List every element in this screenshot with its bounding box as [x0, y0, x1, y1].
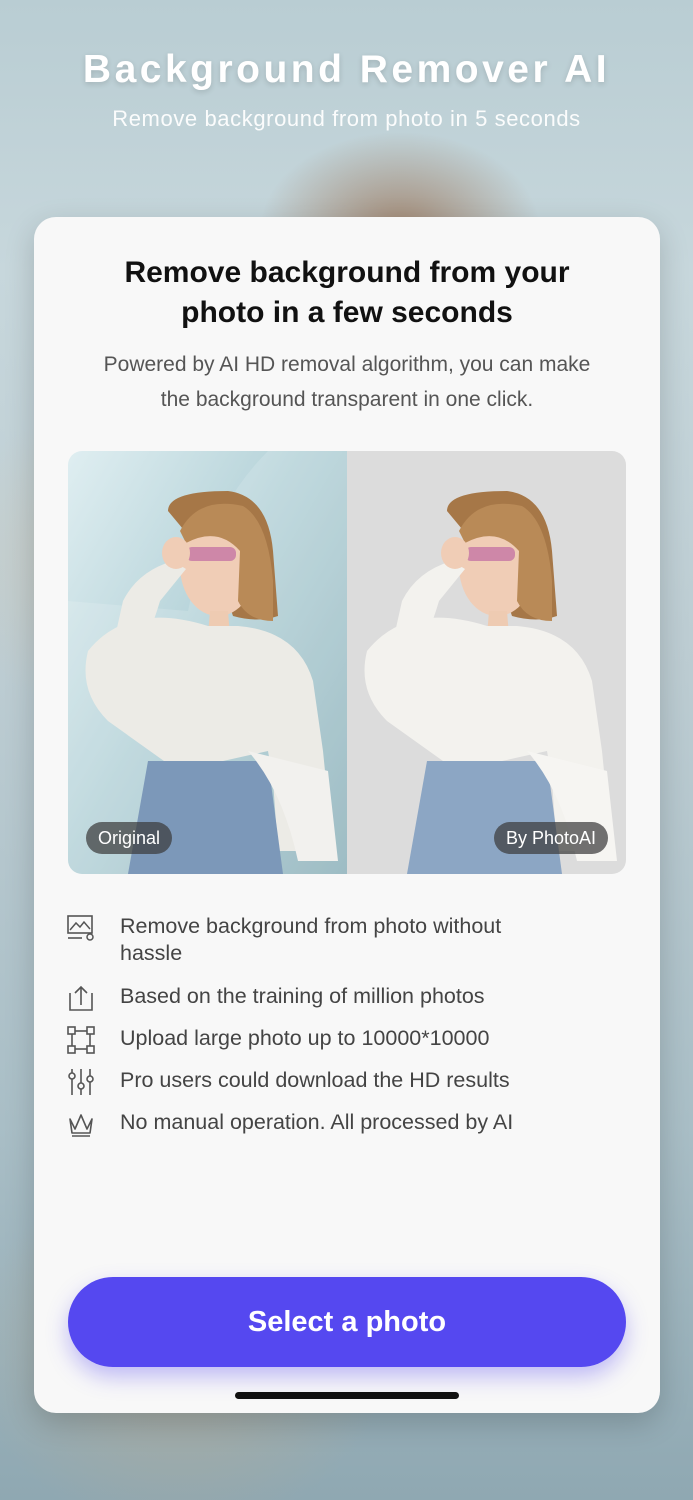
image-settings-icon — [67, 915, 94, 941]
app-title: Background Remover AI — [82, 48, 611, 91]
feature-text: Based on the training of million photos — [120, 984, 485, 1008]
feature-text: Pro users could download the HD results — [120, 1068, 510, 1092]
feature-item: Pro users could download the HD results — [66, 1067, 626, 1097]
feature-item: Based on the training of million photos — [66, 983, 626, 1013]
woman-portrait-cutout-illustration — [364, 491, 617, 874]
intro-card: Remove background from your photo in a f… — [34, 217, 660, 1413]
home-indicator — [235, 1392, 459, 1399]
app-subtitle: Remove background from photo in 5 second… — [112, 106, 581, 131]
woman-portrait-illustration — [68, 451, 347, 874]
processed-photo: By PhotoAI — [347, 451, 626, 874]
feature-text: No manual operation. All processed by AI — [120, 1110, 514, 1134]
feature-text-line-1: Remove background from photo without — [120, 914, 502, 938]
processed-label-pill: By PhotoAI — [493, 822, 608, 854]
card-title-line-1: Remove background from your — [124, 256, 570, 289]
feature-item: No manual operation. All processed by AI — [66, 1109, 626, 1139]
card-description-line-2: the background transparent in one click. — [160, 388, 534, 411]
sliders-icon — [68, 1069, 94, 1095]
feature-text: Upload large photo up to 10000*10000 — [120, 1026, 490, 1050]
crown-icon — [69, 1114, 93, 1137]
resize-frame-icon — [67, 1026, 95, 1054]
feature-item: Upload large photo up to 10000*10000 — [66, 1025, 626, 1055]
card-title: Remove background from your photo in a f… — [74, 253, 620, 333]
card-title-line-2: photo in a few seconds — [181, 296, 513, 329]
before-after-comparison: Original By PhotoAI — [68, 451, 626, 874]
feature-list: Remove background from photo without has… — [66, 913, 626, 1139]
original-label-pill: Original — [86, 822, 173, 854]
card-description-line-1: Powered by AI HD removal algorithm, you … — [103, 353, 591, 376]
original-photo: Original — [68, 451, 347, 874]
feature-text-line-2: hassle — [120, 941, 183, 965]
upload-icon — [69, 985, 93, 1011]
card-description: Powered by AI HD removal algorithm, you … — [64, 347, 630, 417]
select-photo-button[interactable]: Select a photo — [68, 1277, 626, 1367]
feature-item: Remove background from photo without has… — [66, 913, 626, 971]
app-header: Background Remover AI Remove background … — [0, 48, 693, 132]
